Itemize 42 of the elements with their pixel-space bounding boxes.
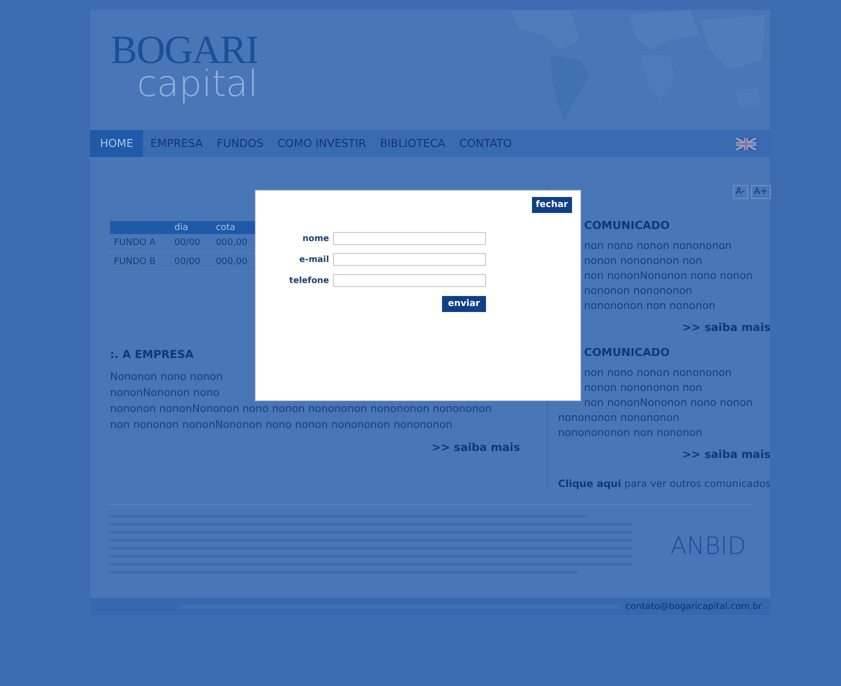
paragraph-line: Nononon nono nonon: [110, 370, 224, 385]
field-label: e-mail: [298, 254, 329, 264]
font-size-button[interactable]: A-: [732, 185, 748, 199]
read-more-link[interactable]: >> saiba mais: [682, 448, 771, 461]
nav-tab[interactable]: EMPRESA: [143, 130, 210, 157]
paragraph-line: nonononon nonononon: [558, 411, 680, 426]
paragraph-line: nonon nonononon non: [583, 381, 704, 396]
table-cell: 00/00: [170, 234, 212, 252]
nav-tab[interactable]: FUNDOS: [210, 130, 270, 157]
news-link-text: Clique aqui para ver outros comunicados: [558, 479, 771, 490]
input-field[interactable]: [333, 253, 486, 266]
nav-tab[interactable]: CONTATO: [452, 130, 519, 157]
table-cell: FUNDO B: [110, 252, 170, 272]
nav-tab[interactable]: HOME: [90, 130, 144, 157]
section-heading: :. A EMPRESA: [110, 348, 195, 361]
font-size-button[interactable]: A+: [750, 185, 771, 199]
paragraph-line: nononNononon nono: [110, 386, 220, 401]
flag-icon[interactable]: [736, 138, 756, 150]
paragraph-line: non nono nonon nonononon: [583, 366, 733, 381]
field-label: telefone: [288, 276, 329, 286]
send-button[interactable]: enviar: [442, 296, 486, 312]
input-field[interactable]: [333, 274, 486, 287]
input-field[interactable]: [333, 232, 486, 245]
paragraph-line: nononon nononNononon nono nonon nonononon nonononon nonononon: [110, 402, 493, 417]
table-cell: 00/00: [170, 252, 212, 272]
paragraph-line: nononon nonononon: [583, 284, 694, 299]
nav-tab[interactable]: COMO INVESTIR: [270, 130, 374, 157]
paragraph-line: non nono nonon nonononon: [583, 239, 733, 254]
table-cell: FUNDO A: [110, 234, 170, 252]
read-more-link[interactable]: >> saiba mais: [682, 321, 771, 334]
paragraph-line: nonon nonononon non: [583, 254, 704, 269]
click-here-link[interactable]: Clique aqui: [558, 479, 622, 490]
logo-subtitle: capital: [137, 68, 258, 102]
nav-tab[interactable]: BIBLIOTECA: [373, 130, 452, 157]
news-heading: COMUNICADO: [584, 346, 671, 359]
read-more-link[interactable]: >> saiba mais: [432, 441, 520, 454]
email-link[interactable]: contato@bogaricapital.com.br: [626, 602, 762, 612]
paragraph-line: non nononon nononNononon nono nonon nonononon nonononon: [110, 418, 454, 433]
column-header: dia: [170, 221, 212, 234]
field-label: nome: [301, 234, 329, 244]
close-button[interactable]: fechar: [532, 197, 572, 213]
news-heading: COMUNICADO: [584, 219, 671, 232]
